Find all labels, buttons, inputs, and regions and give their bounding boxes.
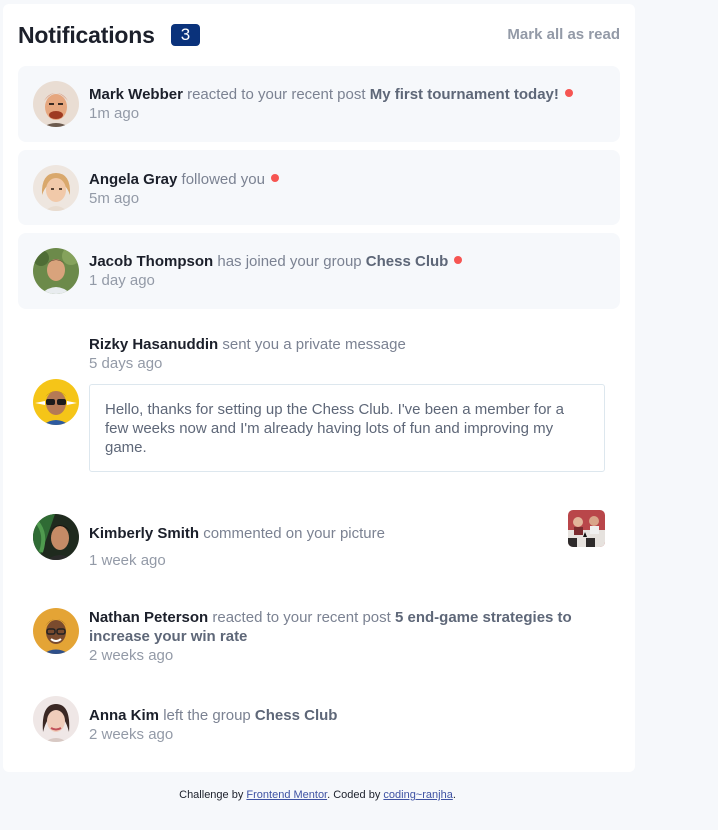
user-name[interactable]: Kimberly Smith bbox=[89, 525, 199, 542]
user-name[interactable]: Mark Webber bbox=[89, 86, 183, 103]
avatar-rizky-hasanuddin-icon bbox=[33, 379, 79, 425]
avatar[interactable] bbox=[33, 165, 79, 211]
user-name[interactable]: Rizky Hasanuddin bbox=[89, 336, 218, 353]
attribution-footer: Challenge by Frontend Mentor. Coded by c… bbox=[0, 789, 635, 801]
action-text: commented on your picture bbox=[203, 525, 385, 542]
footer-middle: . Coded by bbox=[327, 789, 381, 801]
user-name[interactable]: Anna Kim bbox=[89, 707, 159, 724]
avatar[interactable] bbox=[33, 81, 79, 127]
notification-item[interactable]: Anna Kim left the group Chess Club 2 wee… bbox=[18, 684, 620, 760]
user-name[interactable]: Jacob Thompson bbox=[89, 253, 213, 270]
avatar-jacob-thompson-icon bbox=[33, 248, 79, 294]
notification-item[interactable]: Nathan Peterson reacted to your recent p… bbox=[18, 592, 620, 672]
timestamp: 5m ago bbox=[89, 190, 140, 207]
timestamp: 1m ago bbox=[89, 105, 140, 122]
notifications-card: Notifications 3 Mark all as read Mark We… bbox=[3, 4, 635, 772]
notification-item[interactable]: Mark Webber reacted to your recent post … bbox=[18, 66, 620, 142]
timestamp: 1 day ago bbox=[89, 272, 155, 289]
user-name[interactable]: Angela Gray bbox=[89, 171, 177, 188]
post-link[interactable]: My first tournament today! bbox=[370, 86, 559, 103]
mark-all-as-read-button[interactable]: Mark all as read bbox=[507, 26, 620, 43]
group-link[interactable]: Chess Club bbox=[255, 707, 338, 724]
timestamp: 2 weeks ago bbox=[89, 726, 174, 743]
notification-item[interactable]: Angela Gray followed you 5m ago bbox=[18, 150, 620, 225]
avatar[interactable] bbox=[33, 248, 79, 294]
timestamp: 2 weeks ago bbox=[89, 647, 174, 664]
avatar-angela-gray-icon bbox=[33, 165, 79, 211]
unread-count-badge: 3 bbox=[171, 24, 200, 46]
unread-dot-icon bbox=[454, 256, 463, 264]
avatar[interactable] bbox=[33, 514, 79, 560]
timestamp: 1 week ago bbox=[89, 552, 166, 569]
action-text: followed you bbox=[181, 171, 265, 188]
chess-picture-icon bbox=[568, 510, 605, 547]
footer-suffix: . bbox=[452, 789, 456, 801]
unread-dot-icon bbox=[564, 89, 573, 97]
private-message[interactable]: Hello, thanks for setting up the Chess C… bbox=[89, 384, 605, 472]
avatar[interactable] bbox=[33, 608, 79, 654]
avatar[interactable] bbox=[33, 696, 79, 742]
avatar[interactable] bbox=[33, 379, 79, 425]
commented-picture-thumbnail[interactable] bbox=[568, 510, 605, 547]
user-name[interactable]: Nathan Peterson bbox=[89, 609, 208, 626]
frontend-mentor-link[interactable]: Frontend Mentor bbox=[246, 789, 327, 801]
avatar-kimberly-smith-icon bbox=[33, 514, 79, 560]
group-link[interactable]: Chess Club bbox=[366, 253, 449, 270]
author-link[interactable]: coding~ranjha bbox=[383, 789, 452, 801]
page-title: Notifications bbox=[18, 22, 155, 48]
action-text: sent you a private message bbox=[222, 336, 406, 353]
header: Notifications 3 Mark all as read bbox=[18, 22, 620, 52]
unread-dot-icon bbox=[270, 174, 279, 182]
avatar-anna-kim-icon bbox=[33, 696, 79, 742]
footer-prefix: Challenge by bbox=[179, 789, 244, 801]
avatar-mark-webber-icon bbox=[33, 81, 79, 127]
action-text: has joined your group bbox=[217, 253, 362, 270]
notification-item[interactable]: Rizky Hasanuddin sent you a private mess… bbox=[18, 317, 620, 487]
avatar-nathan-peterson-icon bbox=[33, 608, 79, 654]
action-text: reacted to your recent post bbox=[212, 609, 391, 626]
action-text: reacted to your recent post bbox=[187, 86, 366, 103]
action-text: left the group bbox=[163, 707, 251, 724]
timestamp: 5 days ago bbox=[89, 355, 163, 372]
notification-item[interactable]: Jacob Thompson has joined your group Che… bbox=[18, 233, 620, 309]
notification-item[interactable]: Kimberly Smith commented on your picture… bbox=[18, 502, 620, 580]
